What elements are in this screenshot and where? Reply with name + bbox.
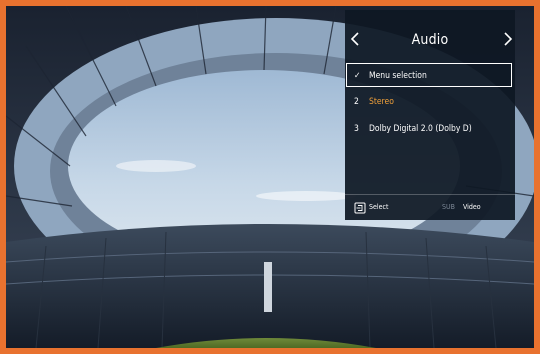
menu-item-dolby-digital[interactable]: 3 Dolby Digital 2.0 (Dolby D) [345,117,515,141]
menu-footer: Select SUB Video [345,194,515,221]
menu-item-label: Dolby Digital 2.0 (Dolby D) [369,124,472,134]
menu-item-number: 2 [354,97,359,107]
audio-menu-panel: Audio ✓ Menu selection 2 Stereo 3 Dolby … [345,10,515,220]
chevron-left-icon[interactable] [348,30,362,48]
menu-title: Audio [411,32,449,48]
menu-item-label: Stereo [369,97,394,107]
menu-item-label: Menu selection [369,71,427,81]
checkmark-icon: ✓ [354,71,361,81]
menu-item-number: 3 [354,124,359,134]
video-button-label[interactable]: Video [463,203,481,211]
audio-menu-header: Audio [345,10,515,62]
select-label: Select [369,203,389,211]
select-icon[interactable] [354,202,366,214]
sub-button-label: SUB [442,203,455,211]
menu-item-menu-selection[interactable]: ✓ Menu selection [346,63,512,87]
tv-screen: Audio ✓ Menu selection 2 Stereo 3 Dolby … [6,6,534,348]
chevron-right-icon[interactable] [501,30,515,48]
menu-item-stereo[interactable]: 2 Stereo [345,90,515,114]
